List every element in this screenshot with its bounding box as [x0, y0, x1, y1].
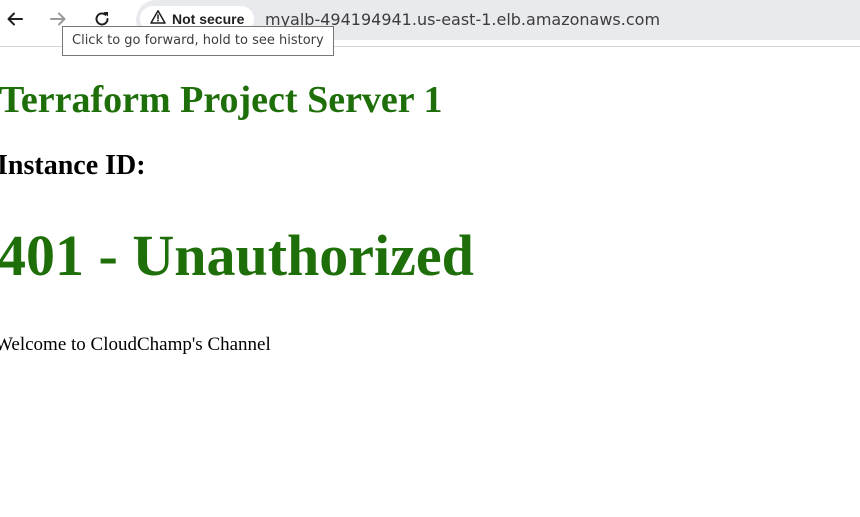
status-message: 401 - Unauthorized: [0, 223, 474, 288]
back-arrow-icon: [5, 9, 25, 29]
instance-id-heading: Instance ID:: [0, 150, 146, 181]
page-title: Terraform Project Server 1: [0, 79, 443, 121]
security-label: Not secure: [172, 11, 245, 27]
back-button[interactable]: [0, 4, 30, 34]
welcome-text: Welcome to CloudChamp's Channel: [0, 334, 271, 355]
forward-tooltip: Click to go forward, hold to see history: [62, 26, 334, 56]
page-content: Terraform Project Server 1 Instance ID: …: [0, 48, 860, 517]
